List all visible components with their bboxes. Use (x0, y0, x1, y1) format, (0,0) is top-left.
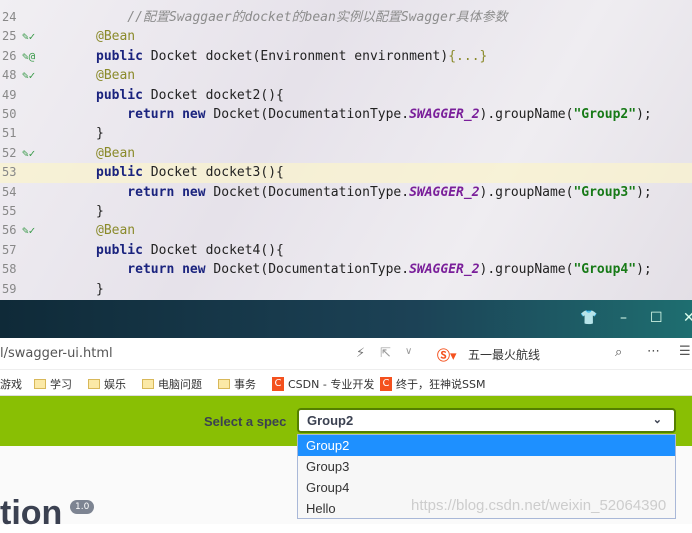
code-line[interactable]: 55} (0, 202, 692, 221)
select-spec-label: Select a spec (204, 414, 287, 429)
code-text: return new Docket(DocumentationType.SWAG… (96, 262, 652, 278)
address-bar[interactable]: l/swagger-ui.html ⚡ ⇱ ∨ Ⓢ▾ 五一最火航线 ⌕ ⋯ ☰ (0, 338, 692, 370)
folder-icon (34, 379, 46, 389)
watermark: https://blog.csdn.net/weixin_52064390 (411, 497, 667, 514)
bookmark-item[interactable]: 学习 (34, 376, 72, 392)
code-text: return new Docket(DocumentationType.SWAG… (96, 107, 652, 122)
folder-icon (218, 379, 230, 389)
code-line[interactable]: 49 public Docket docket2(){ (0, 86, 692, 105)
code-text: return new Docket(DocumentationType.SWAG… (96, 184, 652, 200)
code-text: } (96, 126, 104, 142)
line-number: 48 (2, 68, 17, 83)
code-line[interactable]: 24 //配置Swaggaer的docket的bean实例以配置Swagger具… (0, 8, 692, 27)
csdn-icon: C (272, 377, 284, 391)
code-line[interactable]: 52 ✎✓ @Bean (0, 144, 692, 163)
code-line[interactable]: 51} (0, 124, 692, 143)
selected-spec: Group2 (307, 413, 354, 428)
bookmark-item[interactable]: C CSDN - 专业开发 (272, 376, 374, 392)
line-number: 55 (2, 204, 17, 218)
bean-gutter-icon[interactable]: ✎✓ (22, 221, 35, 240)
line-number: 26 (2, 48, 17, 63)
search-icon[interactable]: ⌕ (615, 345, 622, 360)
line-number: 58 (2, 262, 17, 277)
code-line[interactable]: 58 return new Docket(DocumentationType.S… (0, 260, 692, 279)
bookmark-label: 终于，狂神说SSM (396, 378, 486, 391)
folder-icon (142, 379, 154, 389)
bean-gutter-icon[interactable]: ✎✓ (22, 66, 35, 85)
csdn-icon: C (380, 377, 392, 391)
code-line[interactable]: 57 public Docket docket4(){ (0, 241, 692, 260)
maximize-button[interactable]: ☐ (650, 310, 663, 326)
url-text[interactable]: l/swagger-ui.html (0, 346, 113, 361)
api-title: tion (0, 494, 63, 532)
code-editor: 24 //配置Swaggaer的docket的bean实例以配置Swagger具… (0, 0, 692, 300)
line-number: 56 (2, 223, 17, 238)
code-line[interactable]: 26 ✎@ public Docket docket(Environment env… (0, 47, 692, 66)
bookmark-label: 游戏 (0, 378, 22, 391)
code-text: //配置Swaggaer的docket的bean实例以配置Swagger具体参数 (96, 10, 508, 25)
lightning-icon[interactable]: ⚡ (356, 346, 365, 361)
menu-icon[interactable]: ☰ (679, 344, 691, 359)
code-text: public Docket docket4(){ (96, 242, 284, 258)
bookmark-label: CSDN - 专业开发 (288, 378, 375, 391)
code-line[interactable]: 56 ✎✓ @Bean (0, 221, 692, 240)
bean-gutter-icon[interactable]: ✎✓ (22, 27, 35, 46)
code-text: @Bean (96, 68, 136, 84)
bookmark-item[interactable]: 娱乐 (88, 376, 126, 392)
bookmark-label: 事务 (234, 378, 256, 391)
line-number: 57 (2, 242, 17, 257)
bookmark-item[interactable]: 电脑问题 (142, 376, 202, 392)
bookmark-item[interactable]: C 终于，狂神说SSM (380, 376, 485, 392)
bookmark-label: 娱乐 (104, 378, 126, 391)
spec-option[interactable]: Group4 (298, 477, 675, 498)
code-line[interactable]: 48 ✎✓ @Bean (0, 66, 692, 85)
line-number: 24 (2, 10, 17, 24)
code-line[interactable]: 50 return new Docket(DocumentationType.S… (0, 105, 692, 124)
minimize-button[interactable]: – (620, 310, 627, 326)
line-number: 59 (2, 281, 17, 296)
code-text: @Bean (96, 29, 136, 45)
share-icon[interactable]: ⇱ (380, 346, 391, 361)
bookmark-label: 学习 (50, 378, 72, 391)
more-icon[interactable]: ⋯ (647, 344, 660, 359)
code-text: public Docket docket3(){ (96, 165, 284, 181)
spec-option[interactable]: Group2 (298, 435, 675, 456)
code-line[interactable]: 53 public Docket docket3(){ (0, 163, 692, 183)
chevron-down-icon[interactable]: ∨ (405, 346, 412, 357)
sogou-icon[interactable]: Ⓢ▾ (437, 345, 457, 364)
bean-gutter-icon[interactable]: ✎@ (22, 47, 35, 66)
folder-icon (88, 379, 100, 389)
search-suggestion[interactable]: 五一最火航线 (468, 346, 540, 363)
bookmark-label: 电脑问题 (158, 378, 202, 391)
line-number: 52 (2, 145, 17, 160)
code-text: @Bean (96, 145, 136, 161)
code-text: } (96, 281, 104, 297)
code-line[interactable]: 59} (0, 280, 692, 299)
line-number: 25 (2, 29, 17, 44)
bookmark-item[interactable]: 游戏 (0, 376, 22, 392)
spec-select[interactable]: Group2 ⌄ (297, 408, 676, 433)
version-badge: 1.0 (70, 500, 95, 514)
browser-title-bar: 👕 – ☐ ✕ (0, 300, 692, 338)
skin-icon[interactable]: 👕 (580, 310, 597, 326)
code-text: } (96, 204, 104, 219)
spec-option[interactable]: Group3 (298, 456, 675, 477)
bookmarks-bar: 游戏 学习 娱乐 电脑问题 事务 C CSDN - 专业开发 C 终于，狂神说SSM (0, 370, 692, 396)
code-line[interactable]: 54 return new Docket(DocumentationType.S… (0, 183, 692, 202)
close-button[interactable]: ✕ (683, 310, 692, 326)
line-number: 50 (2, 107, 17, 121)
code-text: public Docket docket2(){ (96, 87, 284, 103)
code-text: @Bean (96, 223, 136, 239)
code-text: public Docket docket(Environment environ… (96, 48, 488, 64)
chevron-down-icon: ⌄ (652, 414, 662, 426)
bookmark-item[interactable]: 事务 (218, 376, 256, 392)
line-number: 49 (2, 87, 17, 102)
code-line[interactable]: 25 ✎✓ @Bean (0, 27, 692, 46)
line-number: 54 (2, 184, 17, 199)
line-number: 53 (2, 165, 17, 180)
bean-gutter-icon[interactable]: ✎✓ (22, 144, 35, 163)
line-number: 51 (2, 126, 17, 141)
